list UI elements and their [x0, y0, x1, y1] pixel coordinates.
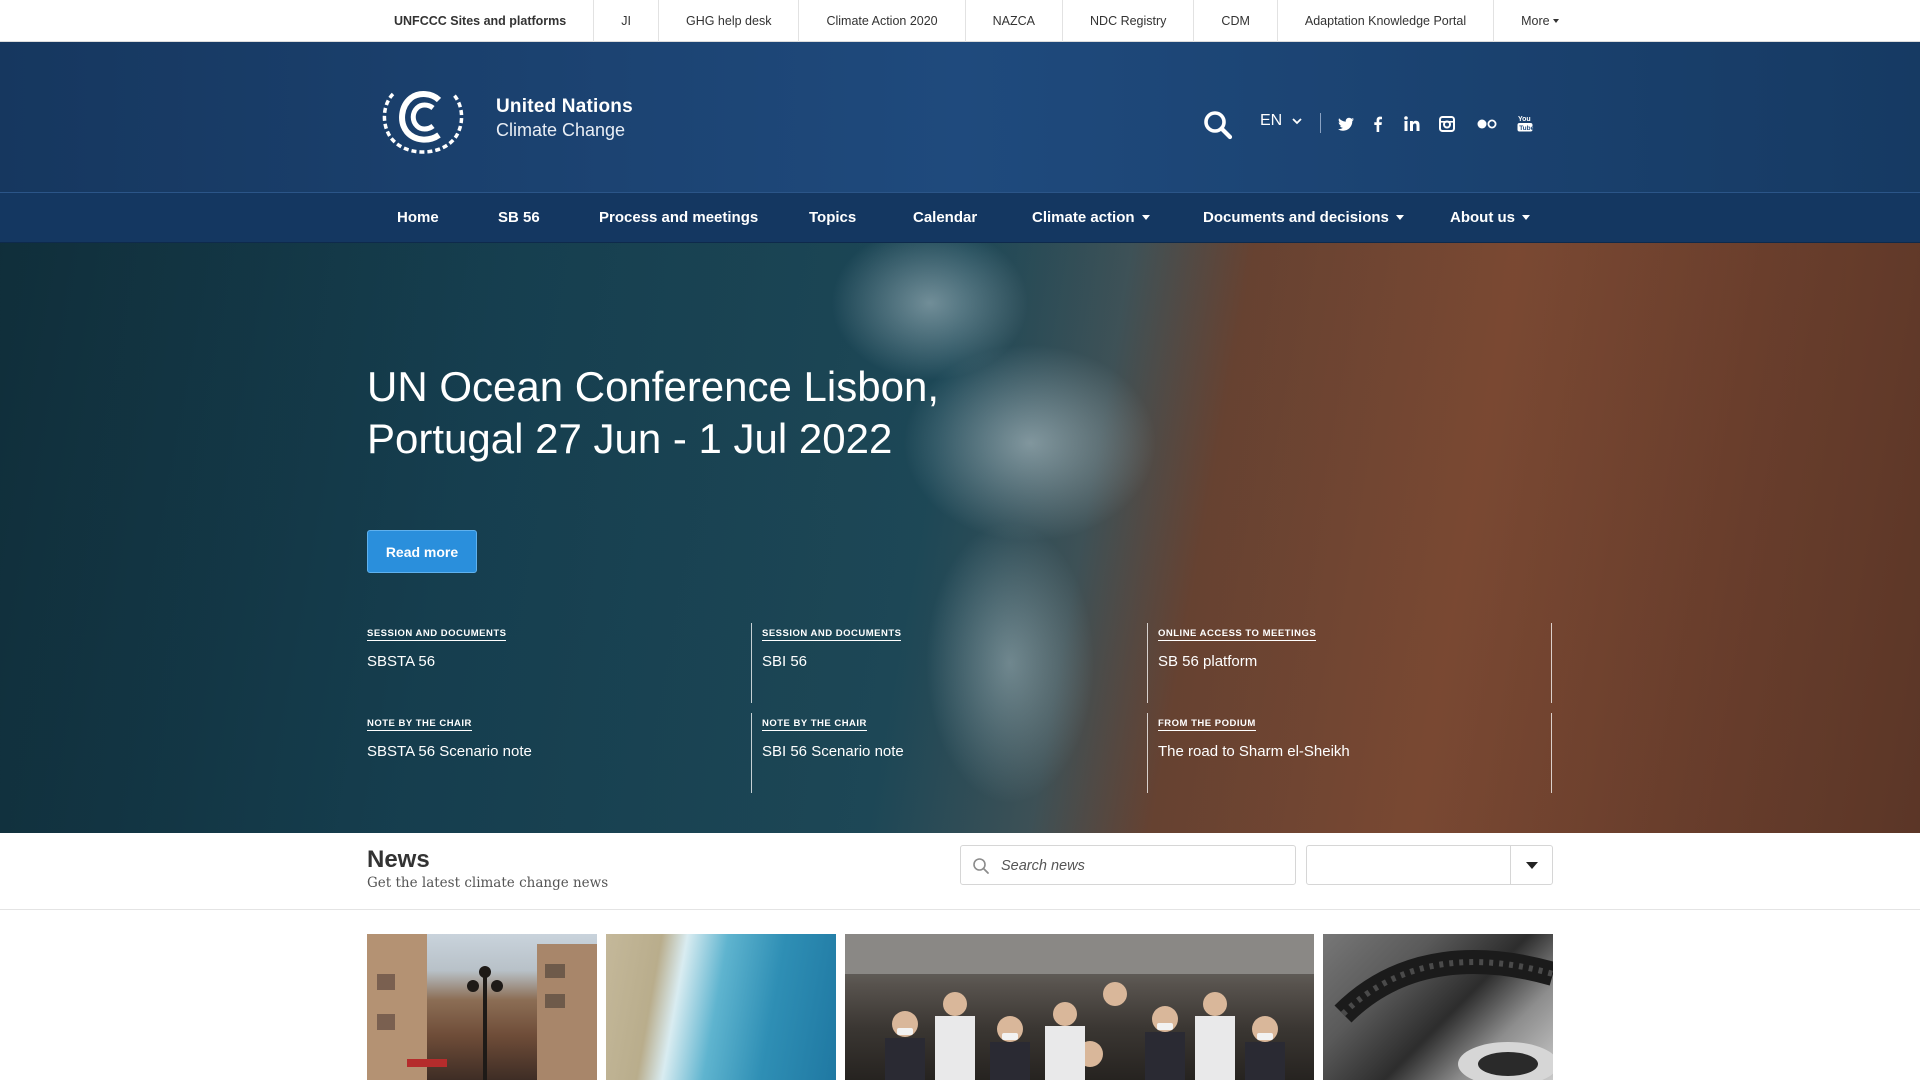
nav-about-us-label: About us — [1450, 209, 1515, 226]
news-title: News — [367, 846, 430, 873]
nav-climate-action[interactable]: Climate action — [1032, 193, 1150, 243]
chevron-down-icon — [1292, 118, 1302, 125]
header-divider — [1320, 113, 1321, 133]
hero-card-category[interactable]: From the podium — [1158, 718, 1256, 731]
hero-card-title[interactable]: SB 56 platform — [1158, 653, 1551, 670]
caret-down-icon — [1522, 215, 1530, 220]
hero-card-sbi-scenario-note: Note by the chair SBI 56 Scenario note — [751, 713, 1141, 793]
street-lamp-photo — [367, 934, 597, 1080]
utility-more-label: More — [1521, 14, 1550, 28]
hero-title: UN Ocean Conference Lisbon, Portugal 27 … — [367, 361, 1067, 465]
flickr-icon[interactable] — [1475, 114, 1499, 134]
hero-title-line-2: Portugal 27 Jun - 1 Jul 2022 — [367, 415, 893, 462]
brand-line-1: United Nations — [496, 96, 633, 117]
hero-card-divider — [1551, 623, 1552, 703]
utility-more-menu[interactable]: More — [1494, 0, 1585, 42]
nav-climate-action-label: Climate action — [1032, 209, 1135, 226]
search-icon[interactable] — [1203, 110, 1233, 140]
utility-link-climate-action-2020[interactable]: Climate Action 2020 — [799, 0, 966, 42]
news-thumbnail-street[interactable] — [367, 934, 597, 1080]
news-thumbnail-meeting[interactable] — [845, 934, 1314, 1080]
hero-card-sbsta-scenario-note: Note by the chair SBSTA 56 Scenario note — [367, 713, 757, 793]
hero-title-line-1: UN Ocean Conference Lisbon, — [367, 363, 939, 410]
nav-documents-label: Documents and decisions — [1203, 209, 1389, 226]
hero-card-sb-56-platform: Online access to meetings SB 56 platform — [1147, 623, 1551, 703]
utility-bar: UNFCCC Sites and platforms JI GHG help d… — [0, 0, 1920, 42]
brand-line-2: Climate Change — [496, 120, 626, 140]
hero-card-title[interactable]: SBI 56 Scenario note — [762, 743, 1141, 760]
hero-card-road-to-sharm: From the podium The road to Sharm el-She… — [1147, 713, 1551, 793]
news-filter-select[interactable] — [1306, 845, 1553, 885]
instagram-icon[interactable] — [1437, 114, 1457, 134]
caret-down-icon — [1525, 861, 1538, 869]
news-subtitle: Get the latest climate change news — [367, 875, 609, 891]
hero-card-category[interactable]: Note by the chair — [762, 718, 867, 731]
nav-topics[interactable]: Topics — [809, 193, 856, 243]
svg-text:You: You — [1518, 116, 1531, 123]
hero-banner: UN Ocean Conference Lisbon, Portugal 27 … — [0, 243, 1920, 833]
utility-link-ndc-registry[interactable]: NDC Registry — [1063, 0, 1195, 42]
utility-link-adaptation-portal[interactable]: Adaptation Knowledge Portal — [1278, 0, 1495, 42]
read-more-button[interactable]: Read more — [367, 530, 477, 573]
youtube-icon[interactable]: You Tube — [1515, 114, 1535, 134]
news-thumbnail-beach[interactable] — [606, 934, 836, 1080]
news-search-box — [960, 845, 1296, 885]
hero-card-category[interactable]: Note by the chair — [367, 718, 472, 731]
nav-calendar[interactable]: Calendar — [913, 193, 977, 243]
hero-card-title[interactable]: SBSTA 56 — [367, 653, 757, 670]
news-section-header: News Get the latest climate change news — [0, 833, 1920, 910]
language-label: EN — [1260, 112, 1283, 129]
caret-down-icon — [1141, 215, 1150, 220]
hero-card-category[interactable]: Session and documents — [367, 628, 507, 641]
hero-card-title[interactable]: SBSTA 56 Scenario note — [367, 743, 757, 760]
nav-sb-56[interactable]: SB 56 — [498, 193, 540, 243]
hero-card-sbi-56: Session and documents SBI 56 — [751, 623, 1141, 703]
nav-documents-and-decisions[interactable]: Documents and decisions — [1203, 193, 1404, 243]
nav-home[interactable]: Home — [397, 193, 439, 243]
svg-text:Tube: Tube — [1519, 125, 1534, 132]
linkedin-icon[interactable] — [1402, 114, 1422, 134]
utility-link-nazca[interactable]: NAZCA — [966, 0, 1064, 42]
utility-link-cdm[interactable]: CDM — [1194, 0, 1278, 42]
brand-name[interactable]: United Nations Climate Change — [496, 96, 633, 142]
main-navigation: Home SB 56 Process and meetings Topics C… — [0, 192, 1920, 243]
hero-card-category[interactable]: Online access to meetings — [1158, 628, 1317, 641]
utility-links: UNFCCC Sites and platforms JI GHG help d… — [367, 0, 1586, 42]
utility-link-ji[interactable]: JI — [594, 0, 659, 42]
hero-card-title[interactable]: The road to Sharm el-Sheikh — [1158, 743, 1551, 760]
hero-card-title[interactable]: SBI 56 — [762, 653, 1141, 670]
industrial-photo — [1334, 950, 1553, 1080]
nav-process-and-meetings[interactable]: Process and meetings — [599, 193, 758, 243]
unfccc-logo[interactable] — [377, 80, 469, 154]
nav-about-us[interactable]: About us — [1450, 193, 1530, 243]
hero-card-divider — [1551, 713, 1552, 793]
hero-card-sbsta-56: Session and documents SBSTA 56 — [367, 623, 757, 703]
news-filter-toggle[interactable] — [1510, 846, 1552, 884]
twitter-icon[interactable] — [1336, 114, 1356, 134]
search-icon — [973, 858, 989, 874]
meeting-photo — [845, 934, 1314, 1080]
facebook-icon[interactable] — [1368, 114, 1388, 134]
utility-link-unfccc-sites[interactable]: UNFCCC Sites and platforms — [367, 0, 595, 42]
caret-down-icon — [1395, 215, 1404, 220]
news-search-input[interactable] — [1001, 854, 1281, 878]
language-selector[interactable]: EN — [1260, 112, 1302, 130]
site-header: United Nations Climate Change EN You Tub… — [0, 42, 1920, 192]
caret-down-icon — [1552, 19, 1559, 23]
hero-card-category[interactable]: Session and documents — [762, 628, 902, 641]
news-thumbnail-industrial[interactable] — [1323, 934, 1553, 1080]
utility-link-ghg-help-desk[interactable]: GHG help desk — [659, 0, 800, 42]
